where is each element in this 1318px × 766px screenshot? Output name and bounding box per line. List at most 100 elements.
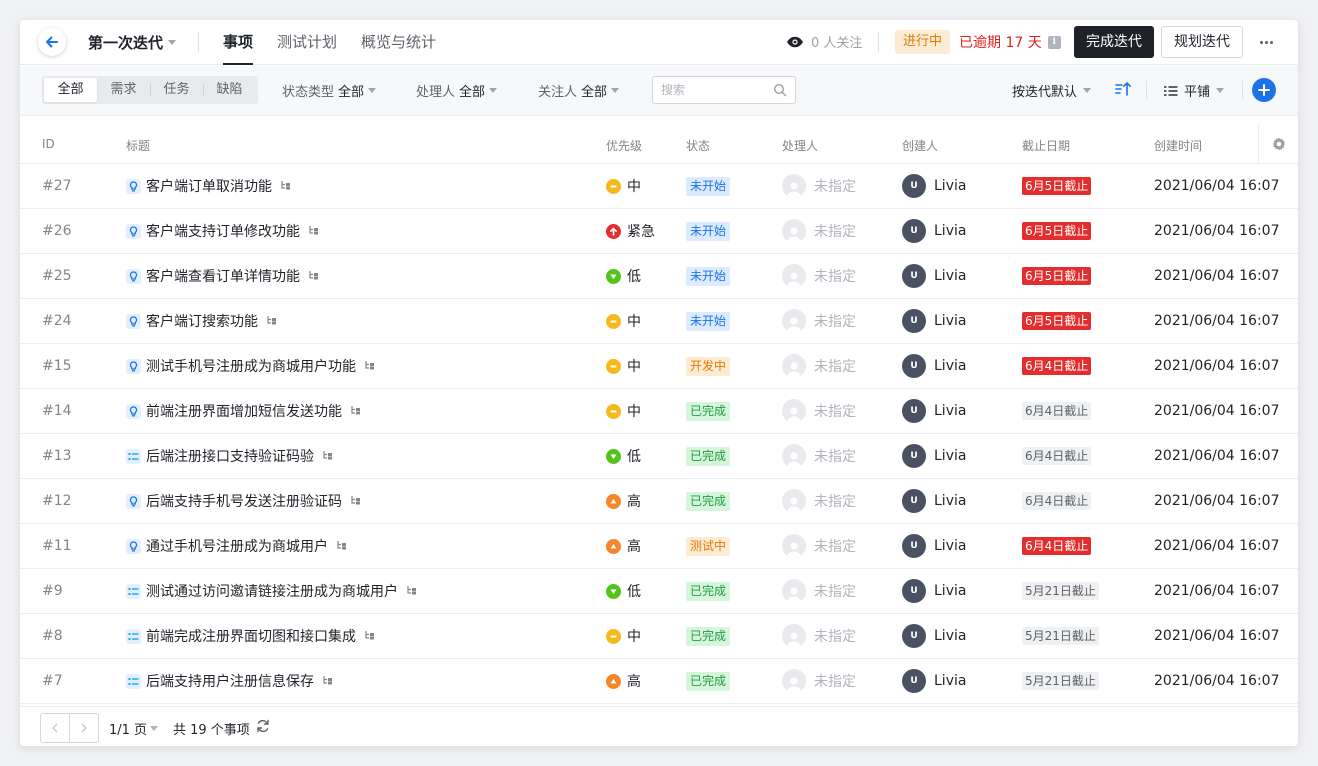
item-id[interactable]: #12 — [42, 479, 72, 523]
table-row[interactable]: #15 测试手机号注册成为商城用户功能 中 开发中 未指定 U Livia 6月… — [20, 344, 1298, 389]
tab-test-plan[interactable]: 测试计划 — [277, 20, 337, 65]
complete-iteration-button[interactable]: 完成迭代 — [1074, 26, 1154, 58]
status-cell[interactable]: 未开始 — [686, 164, 731, 208]
item-title-cell[interactable]: 前端完成注册界面切图和接口集成 — [126, 614, 375, 658]
assignee-cell[interactable]: 未指定 — [782, 479, 856, 523]
priority-cell[interactable]: 紧急 — [606, 209, 655, 253]
status-cell[interactable]: 已完成 — [686, 659, 731, 703]
item-id[interactable]: #27 — [42, 164, 72, 208]
priority-cell[interactable]: 中 — [606, 614, 641, 658]
status-cell[interactable]: 已完成 — [686, 614, 731, 658]
assignee-cell[interactable]: 未指定 — [782, 209, 856, 253]
prev-page-button[interactable] — [41, 714, 69, 742]
assignee-filter[interactable]: 处理人 全部 — [416, 81, 498, 100]
table-row[interactable]: #14 前端注册界面增加短信发送功能 中 已完成 未指定 U Livia 6月4… — [20, 389, 1298, 434]
item-title-cell[interactable]: 客户端订搜索功能 — [126, 299, 277, 343]
item-id[interactable]: #24 — [42, 299, 72, 343]
segment-task[interactable]: 任务 — [150, 78, 203, 102]
due-date-cell[interactable]: 6月4日截止 — [1022, 389, 1092, 433]
priority-cell[interactable]: 高 — [606, 659, 641, 703]
tab-overview-stats[interactable]: 概览与统计 — [361, 20, 436, 65]
item-title-cell[interactable]: 测试通过访问邀请链接注册成为商城用户 — [126, 569, 417, 613]
assignee-cell[interactable]: 未指定 — [782, 299, 856, 343]
item-id[interactable]: #14 — [42, 389, 72, 433]
sort-direction-icon[interactable] — [1114, 80, 1132, 98]
status-cell[interactable]: 已完成 — [686, 479, 731, 523]
item-title-cell[interactable]: 客户端订单取消功能 — [126, 164, 291, 208]
item-title-cell[interactable]: 后端注册接口支持验证码验 — [126, 434, 333, 478]
status-cell[interactable]: 未开始 — [686, 299, 731, 343]
item-title-cell[interactable]: 客户端查看订单详情功能 — [126, 254, 319, 298]
sub-items-icon[interactable] — [364, 628, 375, 644]
status-cell[interactable]: 已完成 — [686, 569, 731, 613]
sub-items-icon[interactable] — [350, 493, 361, 509]
status-cell[interactable]: 已完成 — [686, 389, 731, 433]
assignee-cell[interactable]: 未指定 — [782, 254, 856, 298]
more-options-icon[interactable] — [1256, 32, 1276, 52]
status-cell[interactable]: 开发中 — [686, 344, 731, 388]
follower-filter[interactable]: 关注人 全部 — [538, 81, 620, 100]
assignee-cell[interactable]: 未指定 — [782, 344, 856, 388]
item-title-cell[interactable]: 通过手机号注册成为商城用户 — [126, 524, 347, 568]
sub-items-icon[interactable] — [308, 223, 319, 239]
add-item-button[interactable] — [1252, 78, 1276, 102]
item-id[interactable]: #7 — [42, 659, 63, 703]
assignee-cell[interactable]: 未指定 — [782, 614, 856, 658]
priority-cell[interactable]: 低 — [606, 569, 641, 613]
sub-items-icon[interactable] — [322, 673, 333, 689]
assignee-cell[interactable]: 未指定 — [782, 569, 856, 613]
view-mode-selector[interactable]: 平铺 — [1164, 81, 1225, 100]
due-date-cell[interactable]: 6月4日截止 — [1022, 479, 1092, 523]
due-date-cell[interactable]: 6月5日截止 — [1022, 164, 1092, 208]
item-id[interactable]: #26 — [42, 209, 72, 253]
item-id[interactable]: #25 — [42, 254, 72, 298]
status-cell[interactable]: 未开始 — [686, 209, 731, 253]
status-type-filter[interactable]: 状态类型 全部 — [282, 81, 377, 100]
priority-cell[interactable]: 中 — [606, 389, 641, 433]
table-row[interactable]: #8 前端完成注册界面切图和接口集成 中 已完成 未指定 U Livia 5月2… — [20, 614, 1298, 659]
status-cell[interactable]: 测试中 — [686, 524, 731, 568]
priority-cell[interactable]: 中 — [606, 344, 641, 388]
sub-items-icon[interactable] — [364, 358, 375, 374]
search-input[interactable] — [653, 77, 763, 103]
due-date-cell[interactable]: 6月5日截止 — [1022, 299, 1092, 343]
watch-button[interactable]: 0 人关注 — [786, 32, 862, 51]
priority-cell[interactable]: 中 — [606, 299, 641, 343]
item-id[interactable]: #13 — [42, 434, 72, 478]
column-settings-button[interactable] — [1258, 124, 1298, 164]
priority-cell[interactable]: 高 — [606, 479, 641, 523]
info-icon[interactable]: i — [1047, 35, 1061, 49]
iteration-selector[interactable]: 第一次迭代 — [88, 32, 177, 53]
table-row[interactable]: #25 客户端查看订单详情功能 低 未开始 未指定 U Livia 6月5日截止… — [20, 254, 1298, 299]
assignee-cell[interactable]: 未指定 — [782, 659, 856, 703]
sub-items-icon[interactable] — [280, 178, 291, 194]
item-id[interactable]: #15 — [42, 344, 72, 388]
due-date-cell[interactable]: 6月4日截止 — [1022, 434, 1092, 478]
sort-selector[interactable]: 按迭代默认 — [1012, 81, 1092, 100]
sub-items-icon[interactable] — [336, 538, 347, 554]
status-cell[interactable]: 已完成 — [686, 434, 731, 478]
due-date-cell[interactable]: 6月5日截止 — [1022, 254, 1092, 298]
priority-cell[interactable]: 高 — [606, 524, 641, 568]
sub-items-icon[interactable] — [308, 268, 319, 284]
sub-items-icon[interactable] — [350, 403, 361, 419]
status-cell[interactable]: 未开始 — [686, 254, 731, 298]
assignee-cell[interactable]: 未指定 — [782, 389, 856, 433]
table-row[interactable]: #9 测试通过访问邀请链接注册成为商城用户 低 已完成 未指定 U Livia … — [20, 569, 1298, 614]
segment-requirement[interactable]: 需求 — [97, 78, 150, 102]
tab-items[interactable]: 事项 — [223, 20, 254, 65]
item-id[interactable]: #9 — [42, 569, 63, 613]
item-title-cell[interactable]: 客户端支持订单修改功能 — [126, 209, 319, 253]
due-date-cell[interactable]: 5月21日截止 — [1022, 569, 1099, 613]
sub-items-icon[interactable] — [406, 583, 417, 599]
assignee-cell[interactable]: 未指定 — [782, 434, 856, 478]
table-row[interactable]: #12 后端支持手机号发送注册验证码 高 已完成 未指定 U Livia 6月4… — [20, 479, 1298, 524]
sub-items-icon[interactable] — [322, 448, 333, 464]
table-row[interactable]: #13 后端注册接口支持验证码验 低 已完成 未指定 U Livia 6月4日截… — [20, 434, 1298, 479]
priority-cell[interactable]: 低 — [606, 254, 641, 298]
table-row[interactable]: #27 客户端订单取消功能 中 未开始 未指定 U Livia 6月5日截止 2… — [20, 164, 1298, 209]
item-id[interactable]: #8 — [42, 614, 63, 658]
assignee-cell[interactable]: 未指定 — [782, 524, 856, 568]
sub-items-icon[interactable] — [266, 313, 277, 329]
due-date-cell[interactable]: 6月5日截止 — [1022, 209, 1092, 253]
